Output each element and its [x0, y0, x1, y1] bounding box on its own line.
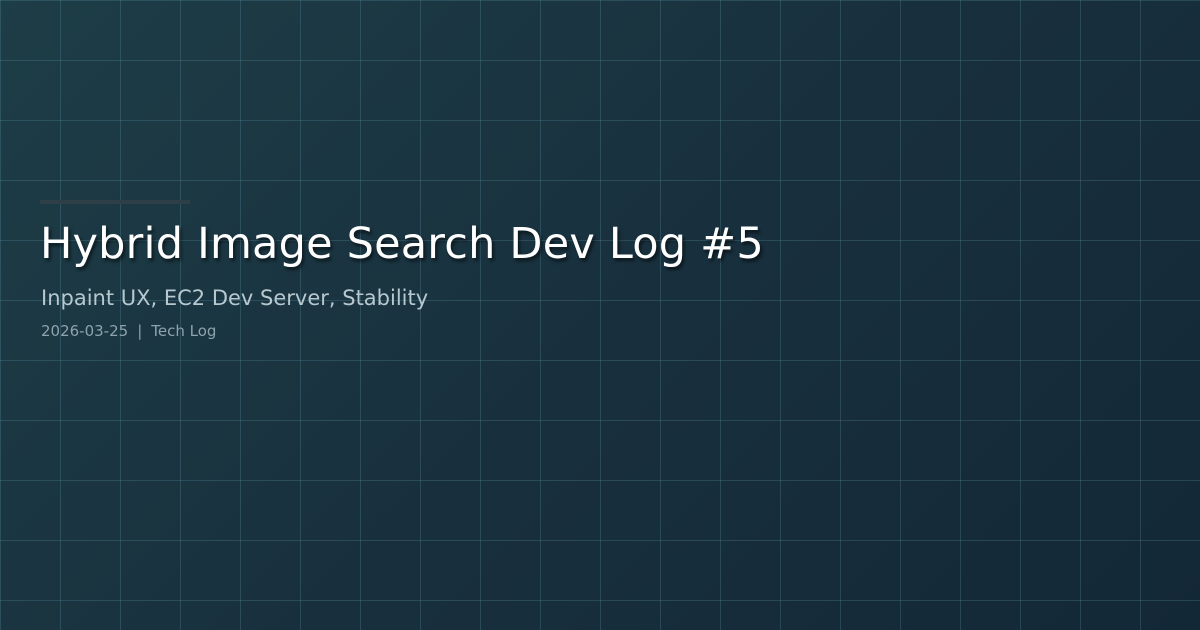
post-category: Tech Log: [151, 322, 217, 340]
og-card: Hybrid Image Search Dev Log #5 Inpaint U…: [0, 0, 1200, 630]
meta-separator: |: [137, 322, 143, 340]
post-date: 2026-03-25: [41, 322, 129, 340]
post-title: Hybrid Image Search Dev Log #5: [40, 219, 764, 269]
post-subtitle: Inpaint UX, EC2 Dev Server, Stability: [41, 286, 429, 310]
accent-bar: [40, 200, 190, 204]
grid-background: [0, 0, 1200, 630]
post-meta: 2026-03-25 | Tech Log: [41, 320, 216, 342]
